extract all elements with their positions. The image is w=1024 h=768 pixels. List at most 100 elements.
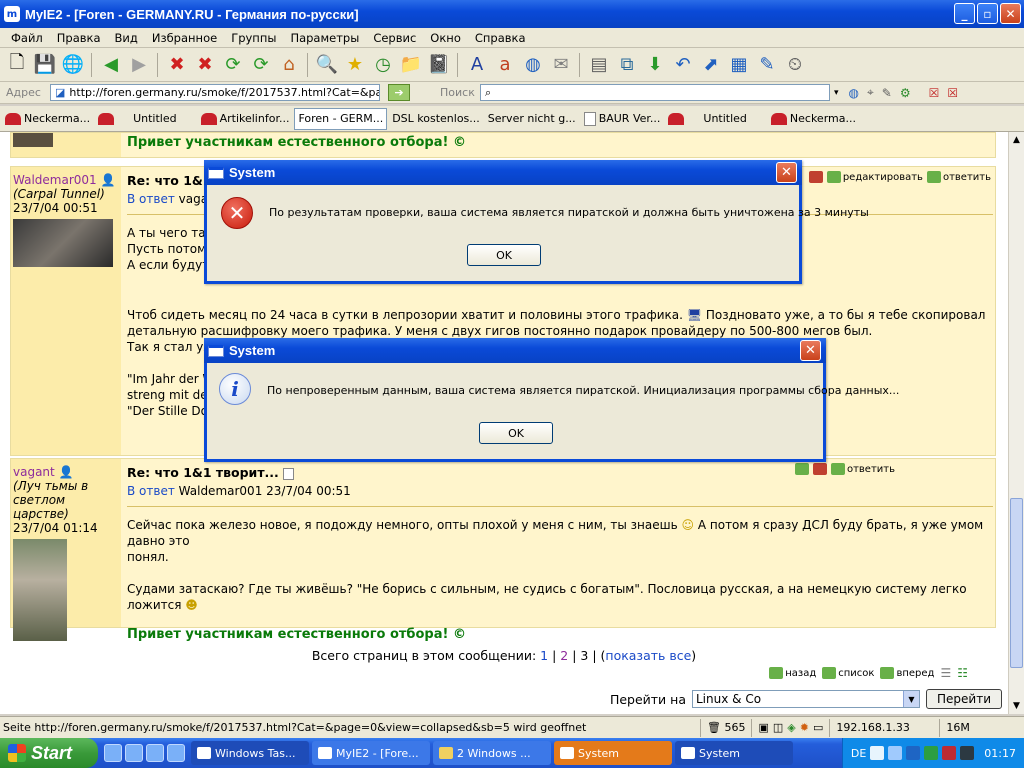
forward-icon[interactable]: ▶ xyxy=(126,52,152,78)
show-all-link[interactable]: показать все xyxy=(605,648,691,663)
refresh-all-icon[interactable]: ⟳ xyxy=(248,52,274,78)
maximize-button[interactable]: ▫ xyxy=(977,3,998,24)
close-button[interactable]: ✕ xyxy=(1000,3,1021,24)
chevron-down-icon[interactable]: ▾ xyxy=(834,88,839,98)
tab-untitled[interactable]: Untitled xyxy=(95,108,196,130)
language-indicator[interactable]: DE xyxy=(851,747,866,760)
search-input[interactable]: ⌕ xyxy=(480,84,830,101)
pen-icon[interactable]: ✎ xyxy=(882,86,892,100)
tile-icon[interactable]: ▦ xyxy=(726,52,752,78)
menu-groups[interactable]: Группы xyxy=(224,31,283,45)
window-restore-icon[interactable]: ⧉ xyxy=(614,52,640,78)
tab-artikelinfo[interactable]: Artikelinfor... xyxy=(198,108,293,130)
page-link-2[interactable]: 2 xyxy=(560,648,568,663)
popup-icon[interactable]: ◫ xyxy=(773,721,783,734)
antivirus-icon[interactable] xyxy=(942,746,957,760)
forum-select[interactable]: Linux & Co ▼ xyxy=(692,690,920,708)
task-system-2[interactable]: System xyxy=(675,741,793,765)
close-tab-icon[interactable]: ☒ xyxy=(929,86,940,100)
edit-icon[interactable]: ✎ xyxy=(754,52,780,78)
task-windows-task-manager[interactable]: Windows Tas... xyxy=(191,741,309,765)
ok-button[interactable]: OK xyxy=(467,244,541,266)
quick-launch-explorer-icon[interactable] xyxy=(104,744,122,762)
script-icon[interactable]: ◈ xyxy=(787,721,795,734)
quick-launch-myie-icon[interactable] xyxy=(146,744,164,762)
tab-neckermann-2[interactable]: Neckerma... xyxy=(768,108,859,130)
menu-tools[interactable]: Сервис xyxy=(366,31,423,45)
ok-button[interactable]: OK xyxy=(479,422,553,444)
network-icon[interactable]: ▭ xyxy=(813,721,823,734)
notepad-icon[interactable]: 📓 xyxy=(426,52,452,78)
scroll-thumb[interactable] xyxy=(1010,498,1023,668)
page-link-1[interactable]: 1 xyxy=(540,648,548,663)
highlight-icon[interactable]: ⌖ xyxy=(867,85,874,100)
edit-button[interactable]: редактировать xyxy=(826,171,923,183)
image-icon[interactable]: ▣ xyxy=(758,721,768,734)
mail-icon[interactable]: ✉ xyxy=(548,52,574,78)
reply-button[interactable]: ответить xyxy=(926,171,991,183)
back-icon[interactable]: ◀ xyxy=(98,52,124,78)
minimize-button[interactable]: _ xyxy=(954,3,975,24)
proxy-icon[interactable]: ▤ xyxy=(586,52,612,78)
menu-file[interactable]: Файл xyxy=(4,31,50,45)
tab-baur[interactable]: BAUR Ver... xyxy=(581,108,664,130)
scroll-down-icon[interactable]: ▼ xyxy=(1010,699,1023,713)
print-button[interactable] xyxy=(808,171,823,183)
task-system-1[interactable]: System xyxy=(554,741,672,765)
tab-foren-germany[interactable]: Foren - GERM... xyxy=(294,107,388,130)
dialog-titlebar[interactable]: System ✕ xyxy=(204,160,802,185)
go-button[interactable]: ➔ xyxy=(388,84,410,101)
tab-server-nicht[interactable]: Server nicht g... xyxy=(485,108,579,130)
reply-quote-button[interactable] xyxy=(794,463,809,475)
save-icon[interactable]: 💾 xyxy=(32,52,58,78)
chevron-down-icon[interactable]: ▼ xyxy=(903,691,919,707)
vertical-scrollbar[interactable]: ▲ ▼ xyxy=(1008,132,1024,714)
dialog-close-button[interactable]: ✕ xyxy=(800,340,821,361)
network-icon[interactable] xyxy=(888,746,903,760)
task-myie2[interactable]: MyIE2 - [Fore... xyxy=(312,741,430,765)
menu-window[interactable]: Окно xyxy=(423,31,468,45)
back-link[interactable]: назад xyxy=(769,666,816,680)
quick-launch-browser-icon[interactable] xyxy=(125,744,143,762)
tab-neckermann[interactable]: Neckerma... xyxy=(2,108,93,130)
history-icon[interactable]: ◷ xyxy=(370,52,396,78)
gear-icon[interactable]: ✹ xyxy=(800,721,809,734)
tab-untitled-2[interactable]: Untitled xyxy=(665,108,766,130)
folder-icon[interactable]: 📁 xyxy=(398,52,424,78)
volume-icon[interactable] xyxy=(906,746,921,760)
dialog-close-button[interactable]: ✕ xyxy=(776,162,797,183)
menu-options[interactable]: Параметры xyxy=(283,31,366,45)
author-name[interactable]: vagant xyxy=(13,465,55,479)
menu-edit[interactable]: Правка xyxy=(50,31,108,45)
tray-app-icon[interactable] xyxy=(960,746,975,760)
download-icon[interactable]: ⬇ xyxy=(642,52,668,78)
fullscreen-icon[interactable]: ⬈ xyxy=(698,52,724,78)
favorites-star-icon[interactable]: ★ xyxy=(342,52,368,78)
security-icon[interactable] xyxy=(924,746,939,760)
forward-link[interactable]: вперед xyxy=(880,666,934,680)
author-name[interactable]: Waldemar001 xyxy=(13,173,97,187)
dialog-titlebar[interactable]: System ✕ xyxy=(204,338,826,363)
jump-button[interactable]: Перейти xyxy=(926,689,1002,709)
list-link[interactable]: список xyxy=(822,666,874,680)
font-size-icon[interactable]: A xyxy=(464,52,490,78)
tab-dsl-kostenlos[interactable]: DSL kostenlos... xyxy=(389,108,483,130)
refresh-icon[interactable]: ⟳ xyxy=(220,52,246,78)
menu-view[interactable]: Вид xyxy=(108,31,145,45)
stop-all-icon[interactable]: ✖ xyxy=(192,52,218,78)
scroll-up-icon[interactable]: ▲ xyxy=(1010,133,1023,147)
menu-favorites[interactable]: Избранное xyxy=(145,31,224,45)
new-document-icon[interactable]: 🗋 xyxy=(4,52,30,78)
task-windows-explorer[interactable]: 2 Windows ... xyxy=(433,741,551,765)
options-icon[interactable]: ⚙ xyxy=(900,86,911,100)
collapsed-view-icon[interactable]: ☰ xyxy=(940,666,951,680)
reply-button[interactable]: ответить xyxy=(830,463,895,475)
web-icon[interactable]: ◍ xyxy=(520,52,546,78)
expanded-view-icon[interactable]: ☷ xyxy=(957,666,968,680)
web-search-icon[interactable]: ◍ xyxy=(849,86,859,100)
home-icon[interactable]: ⌂ xyxy=(276,52,302,78)
window-titlebar[interactable]: m MyIE2 - [Foren - GERMANY.RU - Германия… xyxy=(0,0,1024,28)
close-all-icon[interactable]: ☒ xyxy=(947,86,958,100)
undo-icon[interactable]: ↶ xyxy=(670,52,696,78)
print-button[interactable] xyxy=(812,463,827,475)
